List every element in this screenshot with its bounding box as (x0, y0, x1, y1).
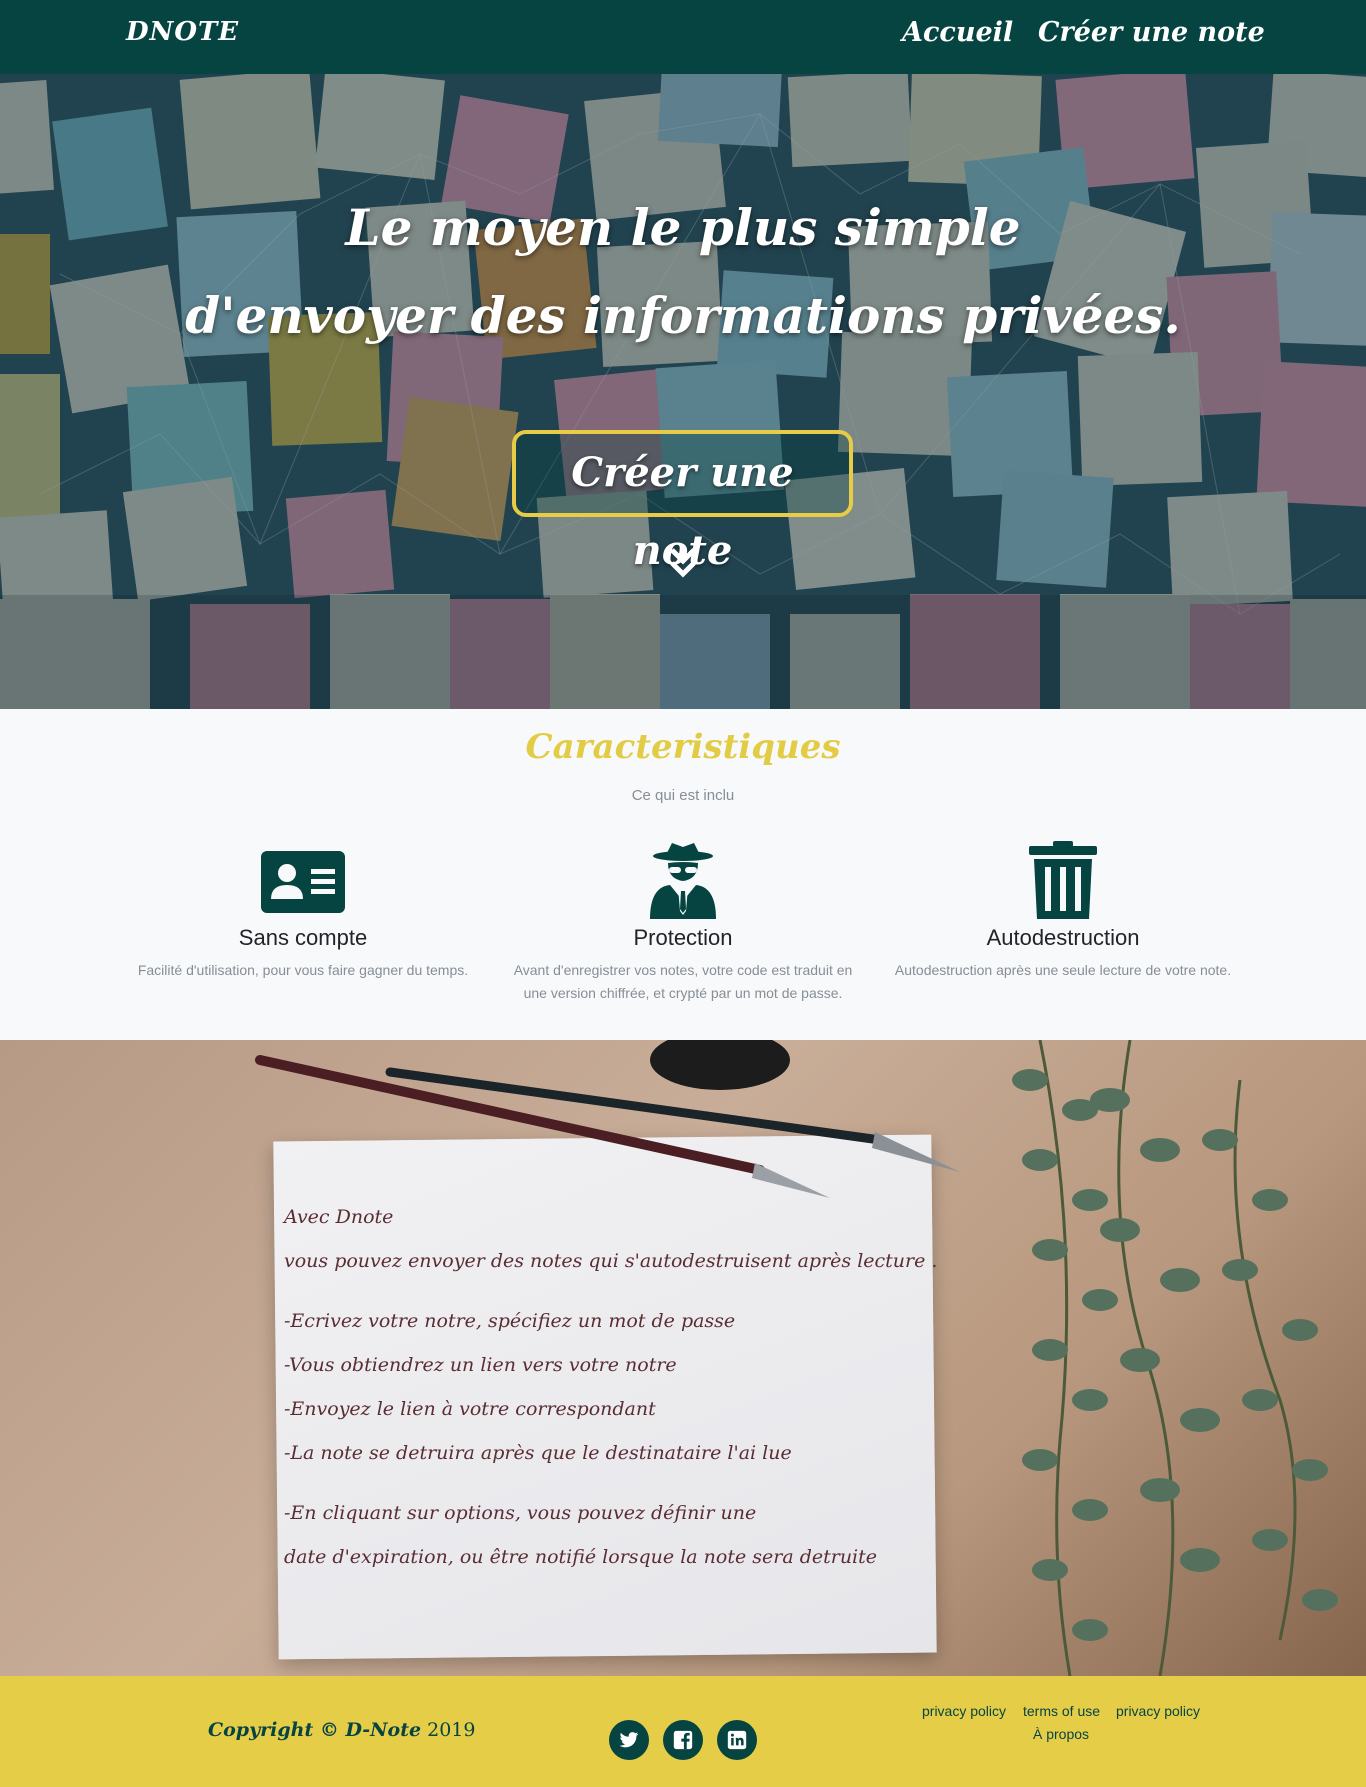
feature-autodestruction: Autodestruction Autodestruction après un… (873, 841, 1253, 982)
footer-link-a-propos[interactable]: À propos (1033, 1726, 1089, 1742)
nav-link-creer-note[interactable]: Créer une note (1038, 17, 1265, 48)
letter-line: date d'expiration, ou être notifié lorsq… (284, 1546, 878, 1568)
footer-link-privacy-policy[interactable]: privacy policy (922, 1703, 1006, 1719)
letter-line: vous pouvez envoyer des notes qui s'auto… (284, 1250, 938, 1272)
hero-section: Le moyen le plus simple d'envoyer des in… (0, 74, 1366, 709)
double-chevron-down-icon[interactable] (669, 546, 697, 580)
letter-line: -Envoyez le lien à votre correspondant (284, 1398, 656, 1420)
features-title: Caracteristiques (525, 727, 841, 767)
feature-name: Sans compte (238, 925, 368, 950)
letter-line: -En cliquant sur options, vous pouvez dé… (284, 1502, 757, 1524)
feature-name: Autodestruction (986, 925, 1140, 950)
fountain-pens-decoration (255, 1040, 960, 1198)
twitter-icon (619, 1732, 639, 1748)
copyright-text: Copyright © D-Note 2019 (208, 1719, 475, 1741)
feature-description: Avant d'enregistrer vos notes, votre cod… (513, 962, 853, 1001)
facebook-icon (673, 1730, 693, 1750)
feature-protection: Protection Avant d'enregistrer vos notes… (493, 841, 873, 1005)
footer-link-privacy-policy-2[interactable]: privacy policy (1116, 1703, 1200, 1719)
letter-line: -Ecrivez votre notre, spécifiez un mot d… (284, 1310, 736, 1332)
navbar: DNOTE Accueil Créer une note (0, 0, 1366, 74)
letter-line: -Vous obtiendrez un lien vers votre notr… (284, 1354, 677, 1376)
trash-icon (1029, 841, 1097, 919)
id-card-icon (261, 851, 345, 913)
hero-title-line-2: d'envoyer des informations privées. (185, 286, 1181, 345)
features-subtitle: Ce qui est inclu (631, 787, 735, 804)
feature-sans-compte: Sans compte Facilité d'utilisation, pour… (113, 841, 493, 982)
feature-description: Autodestruction après une seule lecture … (894, 962, 1232, 978)
twitter-button[interactable] (609, 1720, 649, 1760)
features-section: Caracteristiques Ce qui est inclu Sans c… (0, 709, 1366, 1040)
hero-lower-band (0, 595, 1366, 709)
letter-section: Avec Dnote vous pouvez envoyer des notes… (0, 1040, 1366, 1676)
brand-logo[interactable]: DNOTE (126, 17, 239, 47)
copyright-year: 2019 (427, 1719, 476, 1741)
copyright-label: Copyright © D-Note (208, 1719, 422, 1741)
letter-line: -La note se detruira après que le destin… (284, 1442, 792, 1464)
footer-link-terms-of-use[interactable]: terms of use (1023, 1703, 1100, 1719)
feature-name: Protection (633, 925, 733, 950)
spy-icon (650, 843, 716, 919)
letter-line: Avec Dnote (284, 1206, 394, 1228)
linkedin-icon (727, 1730, 747, 1750)
create-note-button[interactable]: Créer une note (512, 430, 853, 574)
facebook-button[interactable] (663, 1720, 703, 1760)
footer: Copyright © D-Note 2019 (0, 1676, 1366, 1787)
hero-title-line-1: Le moyen le plus simple (345, 198, 1021, 257)
nav-link-accueil[interactable]: Accueil (902, 17, 1013, 48)
linkedin-button[interactable] (717, 1720, 757, 1760)
feature-description: Facilité d'utilisation, pour vous faire … (137, 962, 469, 978)
